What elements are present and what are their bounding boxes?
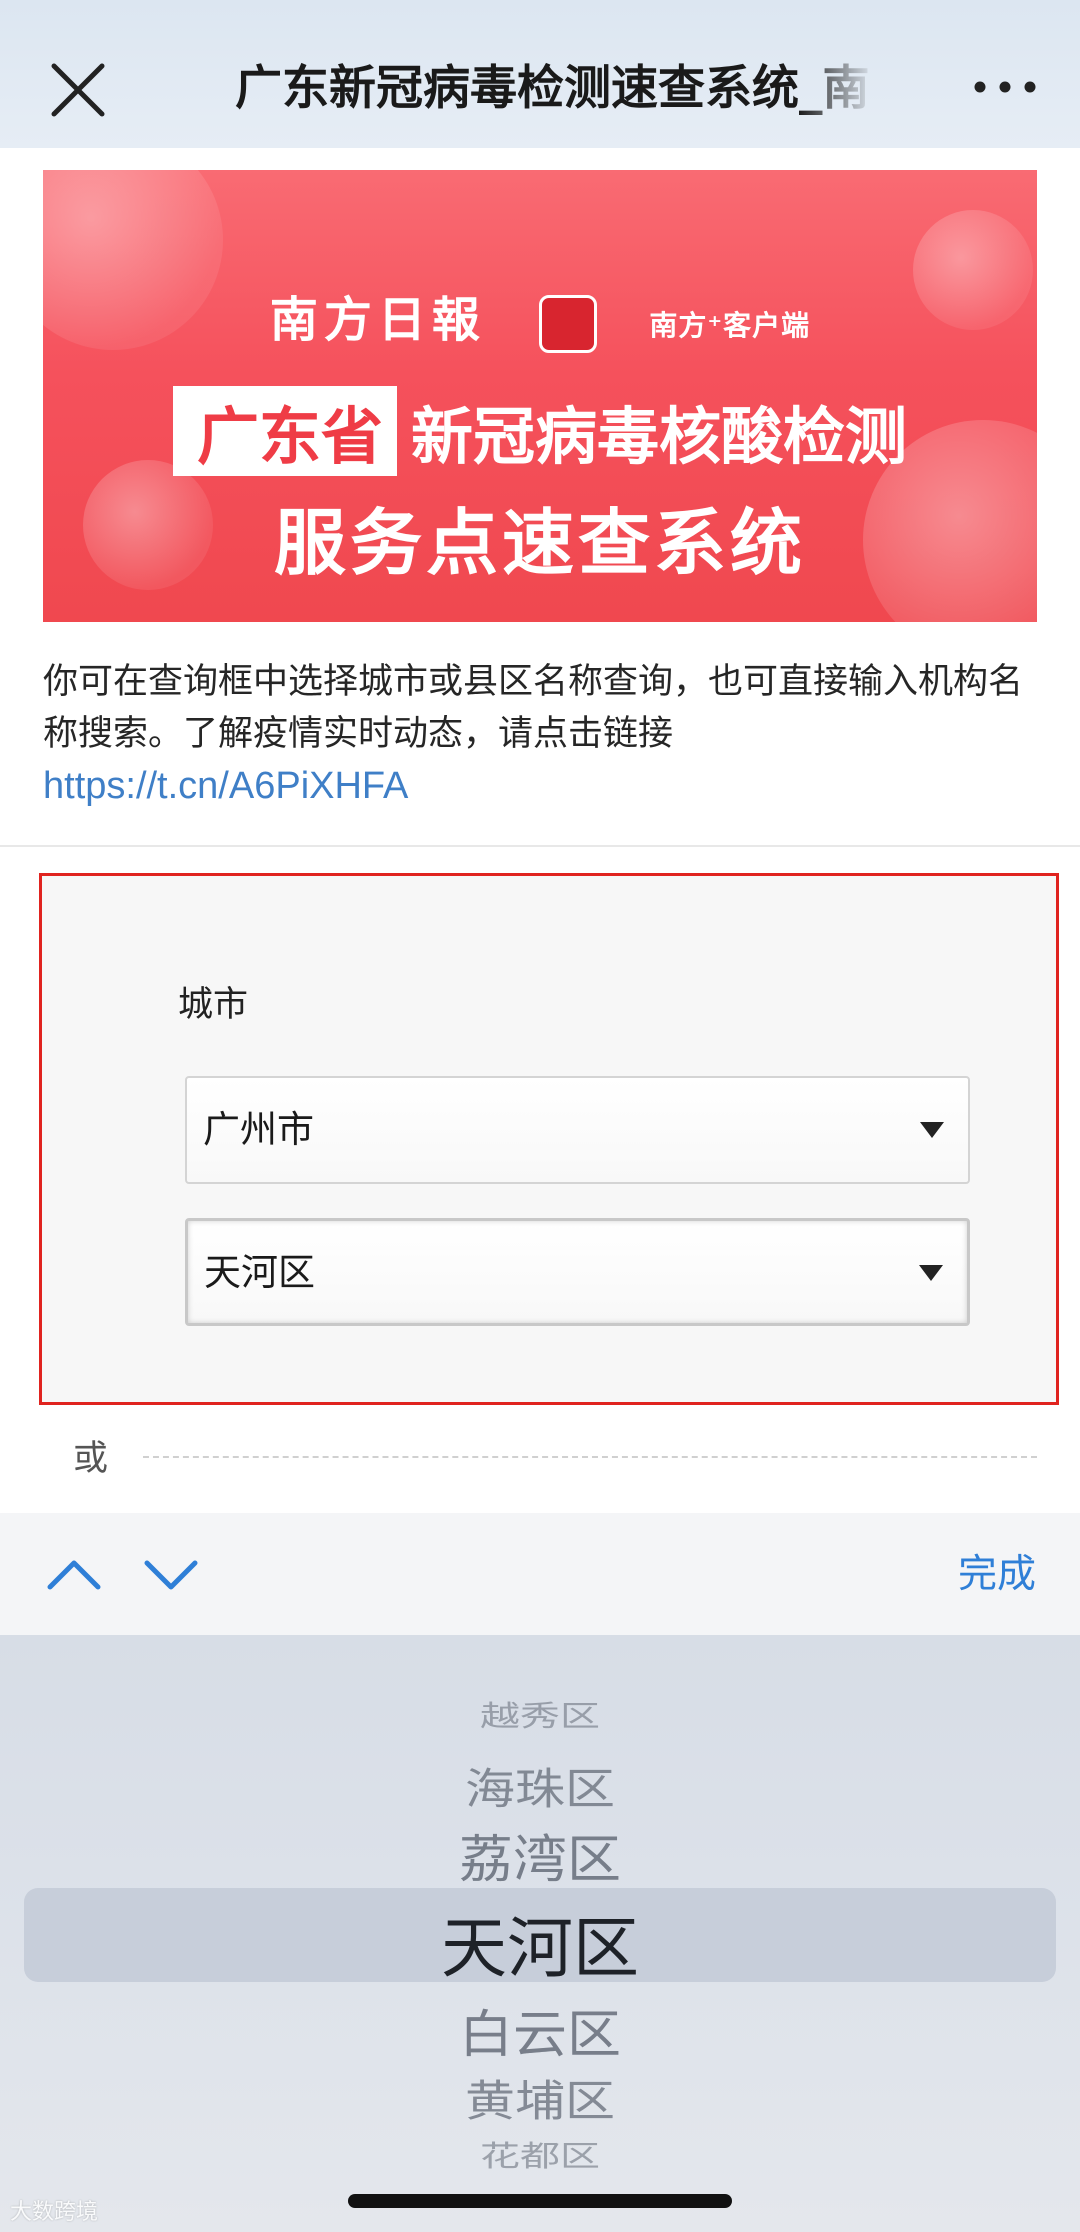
page-content: 南方日報 南方⁺客户端 广东省 新冠病毒核酸检测 服务点速查系统 你可在查询框中选…: [0, 148, 1080, 1513]
picker-item[interactable]: [0, 1649, 1080, 1665]
close-icon[interactable]: [46, 58, 110, 122]
chevron-up-icon[interactable]: [44, 1549, 104, 1599]
home-indicator[interactable]: [348, 2194, 732, 2208]
city-label: 城市: [178, 985, 249, 1025]
intro-text: 你可在查询框中选择城市或县区名称查询，也可直接输入机构名称搜索。了解疫情实时动态…: [43, 662, 1024, 754]
banner-brand: 南方日報 南方⁺客户端: [43, 280, 1037, 353]
city-dropdown[interactable]: 广州市: [185, 1076, 970, 1184]
header-banner: 南方日報 南方⁺客户端 广东省 新冠病毒核酸检测 服务点速查系统: [43, 170, 1037, 622]
city-select-panel: 城市 广州市 天河区: [39, 873, 1059, 1405]
district-picker-wheel[interactable]: 越秀区 海珠区 荔湾区 天河区 白云区 黄埔区 花都区: [0, 1635, 1080, 2232]
intro-text-block: 你可在查询框中选择城市或县区名称查询，也可直接输入机构名称搜索。了解疫情实时动态…: [43, 656, 1043, 813]
picker-item[interactable]: 白云区: [0, 1992, 1080, 2067]
banner-headline-rest: 新冠病毒核酸检测: [411, 400, 908, 473]
picker-item[interactable]: 黄埔区: [0, 2067, 1080, 2129]
app-name: 南方⁺客户端: [649, 308, 811, 342]
picker-item[interactable]: 荔湾区: [0, 1817, 1080, 1892]
city-dropdown-value: 广州市: [203, 1108, 314, 1151]
picker-item[interactable]: 海珠区: [0, 1755, 1080, 1817]
done-button[interactable]: 完成: [958, 1543, 1036, 1599]
picker-item[interactable]: 越秀区: [0, 1693, 1080, 1735]
chevron-down-icon[interactable]: [141, 1549, 201, 1599]
app-logo-icon: [538, 294, 597, 353]
dropdown-arrow-icon: [919, 1265, 943, 1281]
brand-name: 南方日報: [269, 292, 486, 348]
district-dropdown[interactable]: 天河区: [185, 1218, 970, 1326]
dropdown-arrow-icon: [920, 1122, 944, 1138]
top-navbar: 广东新冠病毒检测速查系统_南: [0, 0, 1080, 148]
or-divider: 或: [43, 1430, 1037, 1480]
banner-headline: 广东省 新冠病毒核酸检测: [43, 386, 1037, 476]
picker-item-selected[interactable]: 天河区: [0, 1895, 1080, 1991]
banner-subheadline: 服务点速查系统: [273, 501, 806, 585]
watermark: 大数跨境: [10, 2200, 99, 2225]
more-icon[interactable]: [970, 62, 1040, 112]
divider: [0, 845, 1080, 847]
info-link[interactable]: https://t.cn/A6PiXHFA: [43, 765, 408, 807]
dashed-line: [143, 1456, 1037, 1458]
or-label: 或: [73, 1439, 109, 1479]
banner-province: 广东省: [172, 386, 397, 476]
district-dropdown-value: 天河区: [204, 1251, 315, 1294]
page-title: 广东新冠病毒检测速查系统_南: [235, 61, 870, 116]
picker-item[interactable]: 花都区: [0, 2133, 1080, 2175]
keyboard-accessory-bar: 完成: [0, 1513, 1080, 1635]
